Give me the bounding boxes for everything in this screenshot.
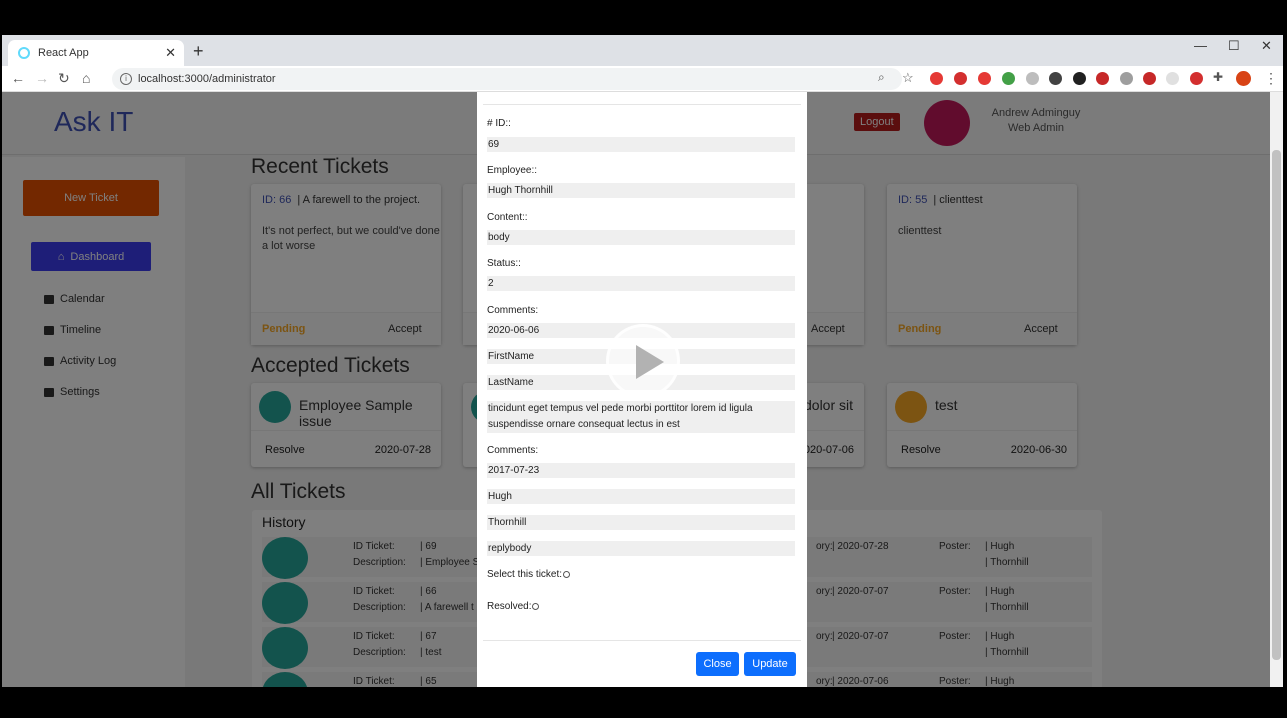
extension-icon[interactable] (978, 72, 991, 85)
select-ticket-label: Select this ticket: (487, 569, 563, 580)
reload-icon[interactable]: ↻ (58, 70, 70, 87)
update-button[interactable]: Update (744, 652, 796, 676)
employee-field[interactable]: Hugh Thornhill (487, 183, 795, 198)
modal-divider (483, 104, 801, 105)
extension-icon[interactable] (1143, 72, 1156, 85)
extension-icon[interactable] (1049, 72, 1062, 85)
back-icon[interactable]: ← (11, 70, 25, 86)
tab-title: React App (38, 47, 89, 59)
react-icon (18, 47, 30, 59)
new-tab-icon[interactable]: + (193, 41, 204, 62)
comment-body-field[interactable]: replybody (487, 541, 795, 556)
resolved-label: Resolved: (487, 601, 532, 612)
status-label: Status:: (487, 258, 521, 269)
comment-lastname-field[interactable]: Thornhill (487, 515, 795, 530)
screen: React App ✕ + — ☐ ✕ ← → ↻ ⌂ i localhost:… (0, 0, 1287, 718)
browser-toolbar: ← → ↻ ⌂ i localhost:3000/administrator ⌕… (2, 66, 1283, 92)
id-field[interactable]: 69 (487, 137, 795, 152)
comment-body-field[interactable]: tincidunt eget tempus vel pede morbi por… (487, 401, 795, 433)
bookmark-star-icon[interactable]: ☆ (902, 70, 914, 86)
forward-icon[interactable]: → (35, 70, 49, 86)
close-window-icon[interactable]: ✕ (1261, 38, 1272, 54)
scrollbar-thumb[interactable] (1272, 150, 1281, 660)
status-field[interactable]: 2 (487, 276, 795, 291)
extension-icon[interactable] (1120, 72, 1133, 85)
play-video-icon[interactable] (606, 324, 680, 398)
id-label: # ID:: (487, 118, 511, 129)
comment-firstname-field[interactable]: Hugh (487, 489, 795, 504)
extension-icon[interactable] (1166, 72, 1179, 85)
minimize-icon[interactable]: — (1194, 38, 1207, 53)
info-icon[interactable]: i (120, 73, 132, 85)
extension-icon[interactable] (1002, 72, 1015, 85)
play-triangle-icon (636, 345, 664, 379)
content-field[interactable]: body (487, 230, 795, 245)
extension-icon[interactable] (930, 72, 943, 85)
close-button[interactable]: Close (696, 652, 739, 676)
puzzle-icon[interactable]: ✚ (1213, 70, 1223, 84)
close-tab-icon[interactable]: ✕ (165, 45, 176, 61)
zoom-icon[interactable]: ⌕ (878, 70, 885, 85)
page-scrollbar[interactable] (1270, 92, 1283, 687)
profile-avatar-icon[interactable] (1236, 71, 1251, 86)
url-text: localhost:3000/administrator (138, 73, 276, 85)
comments-label: Comments: (487, 445, 539, 456)
browser-tab[interactable]: React App ✕ (8, 40, 184, 66)
comments-label: Comments: (487, 305, 539, 316)
comment-date-field[interactable]: 2017-07-23 (487, 463, 795, 478)
employee-label: Employee:: (487, 165, 538, 176)
extension-icon[interactable] (1096, 72, 1109, 85)
maximize-icon[interactable]: ☐ (1228, 38, 1240, 54)
modal-footer-divider (483, 640, 801, 641)
content-label: Content:: (487, 212, 528, 223)
extension-icon[interactable] (1190, 72, 1203, 85)
select-ticket-radio[interactable] (563, 570, 571, 578)
extension-icon[interactable] (954, 72, 967, 85)
extension-icon[interactable] (1026, 72, 1039, 85)
menu-kebab-icon[interactable]: ⋮ (1264, 70, 1278, 87)
browser-tab-strip: React App ✕ + — ☐ ✕ (2, 35, 1283, 66)
home-icon[interactable]: ⌂ (82, 70, 90, 86)
select-ticket-row: Select this ticket: (487, 569, 571, 580)
app-page: Ask IT Logout Andrew Adminguy Web Admin … (2, 92, 1270, 687)
extension-icon[interactable] (1073, 72, 1086, 85)
address-bar[interactable]: i localhost:3000/administrator (112, 68, 902, 90)
resolved-row: Resolved: (487, 601, 540, 612)
resolved-radio[interactable] (532, 602, 540, 610)
